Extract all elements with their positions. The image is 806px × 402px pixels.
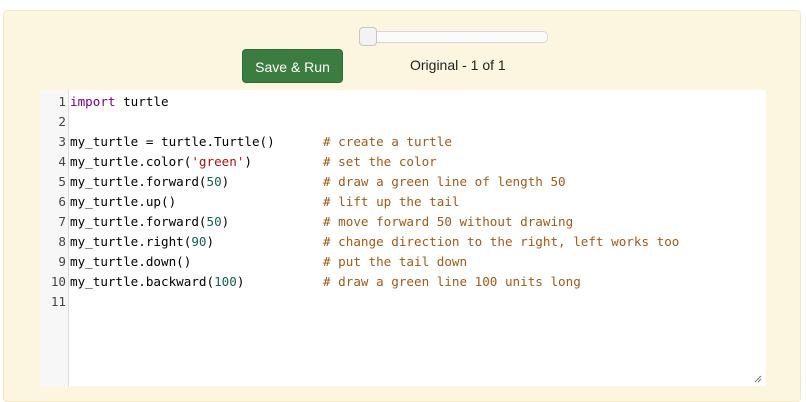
line-number: 2 [58, 114, 66, 129]
code-token: turtle [115, 94, 169, 109]
code-text: my_turtle.forward(50) [70, 172, 229, 192]
code-line[interactable]: 10 my_turtle.backward(100) # draw a green … [40, 272, 766, 292]
code-editor[interactable]: 1 import turtle 2 3 my_turtle = turtle.Turtl… [40, 90, 766, 386]
code-comment: # lift up the tail [323, 194, 460, 209]
code-line[interactable]: 4 my_turtle.color('green') # set the color [40, 152, 766, 172]
line-number: 7 [58, 214, 66, 229]
code-line[interactable]: 7 my_turtle.forward(50) # move forward 50 … [40, 212, 766, 232]
code-comment: # create a turtle [323, 134, 452, 149]
page: Save & Run Original - 1 of 1 1 import tur… [0, 0, 806, 402]
history-slider-track[interactable] [361, 31, 548, 43]
code-token: import [70, 94, 116, 109]
code-token: ) [221, 174, 230, 189]
save-and-run-button[interactable]: Save & Run [242, 49, 343, 83]
code-token: my_turtle.backward( [70, 274, 215, 289]
line-number: 4 [58, 154, 66, 169]
code-token: 50 [206, 174, 222, 189]
version-label: Original - 1 of 1 [410, 57, 506, 73]
code-comment: # change direction to the right, left wo… [323, 234, 680, 249]
code-line[interactable]: 2 [40, 112, 766, 132]
line-number: 3 [58, 134, 66, 149]
code-token: my_turtle.color( [70, 154, 192, 169]
line-number: 10 [50, 274, 66, 289]
code-lines[interactable]: 1 import turtle 2 3 my_turtle = turtle.Turtl… [40, 92, 766, 312]
code-text: my_turtle.forward(50) [70, 212, 229, 232]
code-text: import turtle [70, 92, 169, 112]
resize-grip-icon[interactable] [754, 375, 762, 383]
code-token: ) [206, 234, 215, 249]
code-text: my_turtle.backward(100) [70, 272, 244, 292]
code-comment: # move forward 50 without drawing [323, 214, 574, 229]
code-text: my_turtle.up() [70, 192, 176, 212]
code-token: 50 [206, 214, 222, 229]
code-line[interactable]: 8 my_turtle.right(90) # change direction t… [40, 232, 766, 252]
code-line[interactable]: 5 my_turtle.forward(50) # draw a green lin… [40, 172, 766, 192]
code-token: ) [221, 214, 230, 229]
line-number: 9 [58, 254, 66, 269]
line-number: 5 [58, 174, 66, 189]
code-token: 90 [191, 234, 207, 249]
code-token: 'green' [191, 154, 245, 169]
line-number: 6 [58, 194, 66, 209]
code-comment: # set the color [323, 154, 437, 169]
code-line[interactable]: 1 import turtle [40, 92, 766, 112]
code-token: my_turtle = turtle.Turtle() [70, 134, 275, 149]
code-line[interactable]: 11 [40, 292, 766, 312]
code-comment: # draw a green line of length 50 [323, 174, 566, 189]
code-text: my_turtle.color('green') [70, 152, 252, 172]
line-number: 8 [58, 234, 66, 249]
code-token: ) [236, 274, 245, 289]
code-token: my_turtle.forward( [70, 214, 207, 229]
code-token: my_turtle.down() [70, 254, 192, 269]
history-slider-handle[interactable] [359, 27, 377, 46]
code-token: 100 [214, 274, 237, 289]
code-text: my_turtle.right(90) [70, 232, 214, 252]
line-number: 11 [50, 294, 66, 309]
code-line[interactable]: 6 my_turtle.up() # lift up the tail [40, 192, 766, 212]
code-comment: # draw a green line 100 units long [323, 274, 581, 289]
code-comment: # put the tail down [323, 254, 468, 269]
code-token: my_turtle.forward( [70, 174, 207, 189]
code-token: ) [244, 154, 252, 169]
code-text: my_turtle.down() [70, 252, 191, 272]
line-number: 1 [58, 94, 66, 109]
code-line[interactable]: 3 my_turtle = turtle.Turtle() # create a t… [40, 132, 766, 152]
code-token: my_turtle.up() [70, 194, 177, 209]
code-token: my_turtle.right( [70, 234, 192, 249]
code-text: my_turtle = turtle.Turtle() [70, 132, 275, 152]
code-line[interactable]: 9 my_turtle.down() # put the tail down [40, 252, 766, 272]
